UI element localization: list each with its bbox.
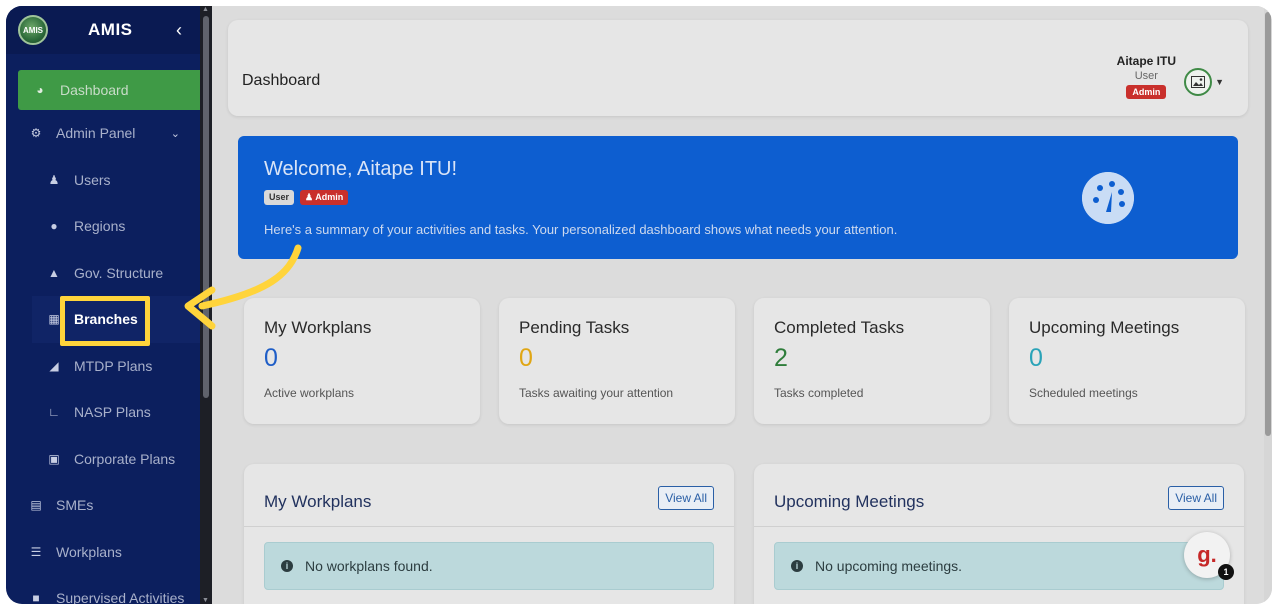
caret-down-icon[interactable]: ▼ [1215,77,1224,87]
stat-card-completed-tasks: Completed Tasks 2 Tasks completed [754,298,990,424]
panel-divider [244,526,734,527]
assistant-widget-button[interactable]: g. 1 [1184,532,1234,580]
user-info[interactable]: Aitape ITU User Admin [1117,54,1176,100]
sidebar-item-mtdp-plans[interactable]: ◢ MTDP Plans [6,343,200,390]
panel-title: Upcoming Meetings [774,492,925,511]
user-role: User [1134,70,1158,82]
alert-text: No workplans found. [305,558,433,574]
tutorial-arrow-icon [184,244,302,330]
page-scrollbar-thumb[interactable] [1265,12,1271,436]
alert-text: No upcoming meetings. [815,558,963,574]
sidebar-item-workplans[interactable]: ☰ Workplans [6,529,200,576]
empty-workplans-alert: i No workplans found. [264,542,714,590]
notification-count-badge: 1 [1218,564,1234,580]
sidebar-item-supervised-activities[interactable]: ■ Supervised Activities [6,575,200,604]
info-circle-icon: i [791,560,803,572]
sidebar-item-corporate-plans[interactable]: ▣ Corporate Plans [6,436,200,483]
panel-divider [754,526,1244,527]
stat-label: Completed Tasks [774,318,905,337]
panel-upcoming-meetings: Upcoming Meetings View All i No upcoming… [754,464,1244,604]
sidebar-item-label: Workplans [56,543,122,560]
admin-badge: Admin [1126,85,1167,99]
app-window: AMIS AMIS ‹ ◕ Dashboard ⚙ Admin Panel ⌄ … [6,6,1272,604]
stat-subtitle: Tasks awaiting your attention [519,386,674,400]
stat-subtitle: Active workplans [264,386,355,400]
view-all-meetings-button[interactable]: View All [1168,486,1224,510]
stat-value: 0 [1029,344,1043,372]
box-icon: ▤ [30,498,42,513]
stat-label: Pending Tasks [519,318,630,337]
assistant-logo: g. [1197,542,1217,567]
stat-subtitle: Tasks completed [774,386,864,400]
sidebar-item-label: Supervised Activities [56,590,185,604]
sidebar-item-label: NASP Plans [74,404,151,421]
view-all-workplans-button[interactable]: View All [658,486,714,510]
welcome-description: Here's a summary of your activities and … [264,222,898,237]
tasks-icon: ☰ [30,544,42,559]
stat-value: 0 [264,344,278,372]
chart-line-icon: ∟ [48,405,60,420]
stat-card-pending-tasks: Pending Tasks 0 Tasks awaiting your atte… [499,298,735,424]
welcome-banner: Welcome, Aitape ITU! User ♟ Admin Here's… [238,136,1238,259]
sidebar-item-nasp-plans[interactable]: ∟ NASP Plans [6,389,200,436]
panel-my-workplans: My Workplans View All i No workplans fou… [244,464,734,604]
sidebar-item-label: MTDP Plans [74,357,153,374]
page-scrollbar[interactable] [1264,6,1272,604]
sidebar-item-label: Corporate Plans [74,450,176,467]
stat-subtitle: Scheduled meetings [1029,386,1138,400]
main-content: Dashboard Aitape ITU User Admin ▼ Welcom… [212,6,1272,604]
project-diagram-icon: ◢ [49,358,59,373]
user-name: Aitape ITU [1116,54,1176,68]
sidebar-item-label: SMEs [56,497,94,514]
empty-meetings-alert: i No upcoming meetings. [774,542,1224,590]
stat-card-upcoming-meetings: Upcoming Meetings 0 Scheduled meetings [1009,298,1245,424]
top-header: Dashboard Aitape ITU User Admin ▼ [228,20,1248,116]
panel-title: My Workplans [264,492,372,511]
info-circle-icon: i [281,560,293,572]
image-icon [1191,76,1205,88]
stat-value: 2 [774,344,788,372]
stat-label: Upcoming Meetings [1029,318,1180,337]
stat-value: 0 [519,344,533,372]
sidebar-item-smes[interactable]: ▤ SMEs [6,482,200,529]
lock-icon: ■ [32,591,40,604]
briefcase-icon: ▣ [48,451,60,466]
tachometer-icon [1082,172,1134,224]
avatar[interactable] [1184,68,1212,96]
scroll-down-icon[interactable]: ▼ [202,597,209,604]
